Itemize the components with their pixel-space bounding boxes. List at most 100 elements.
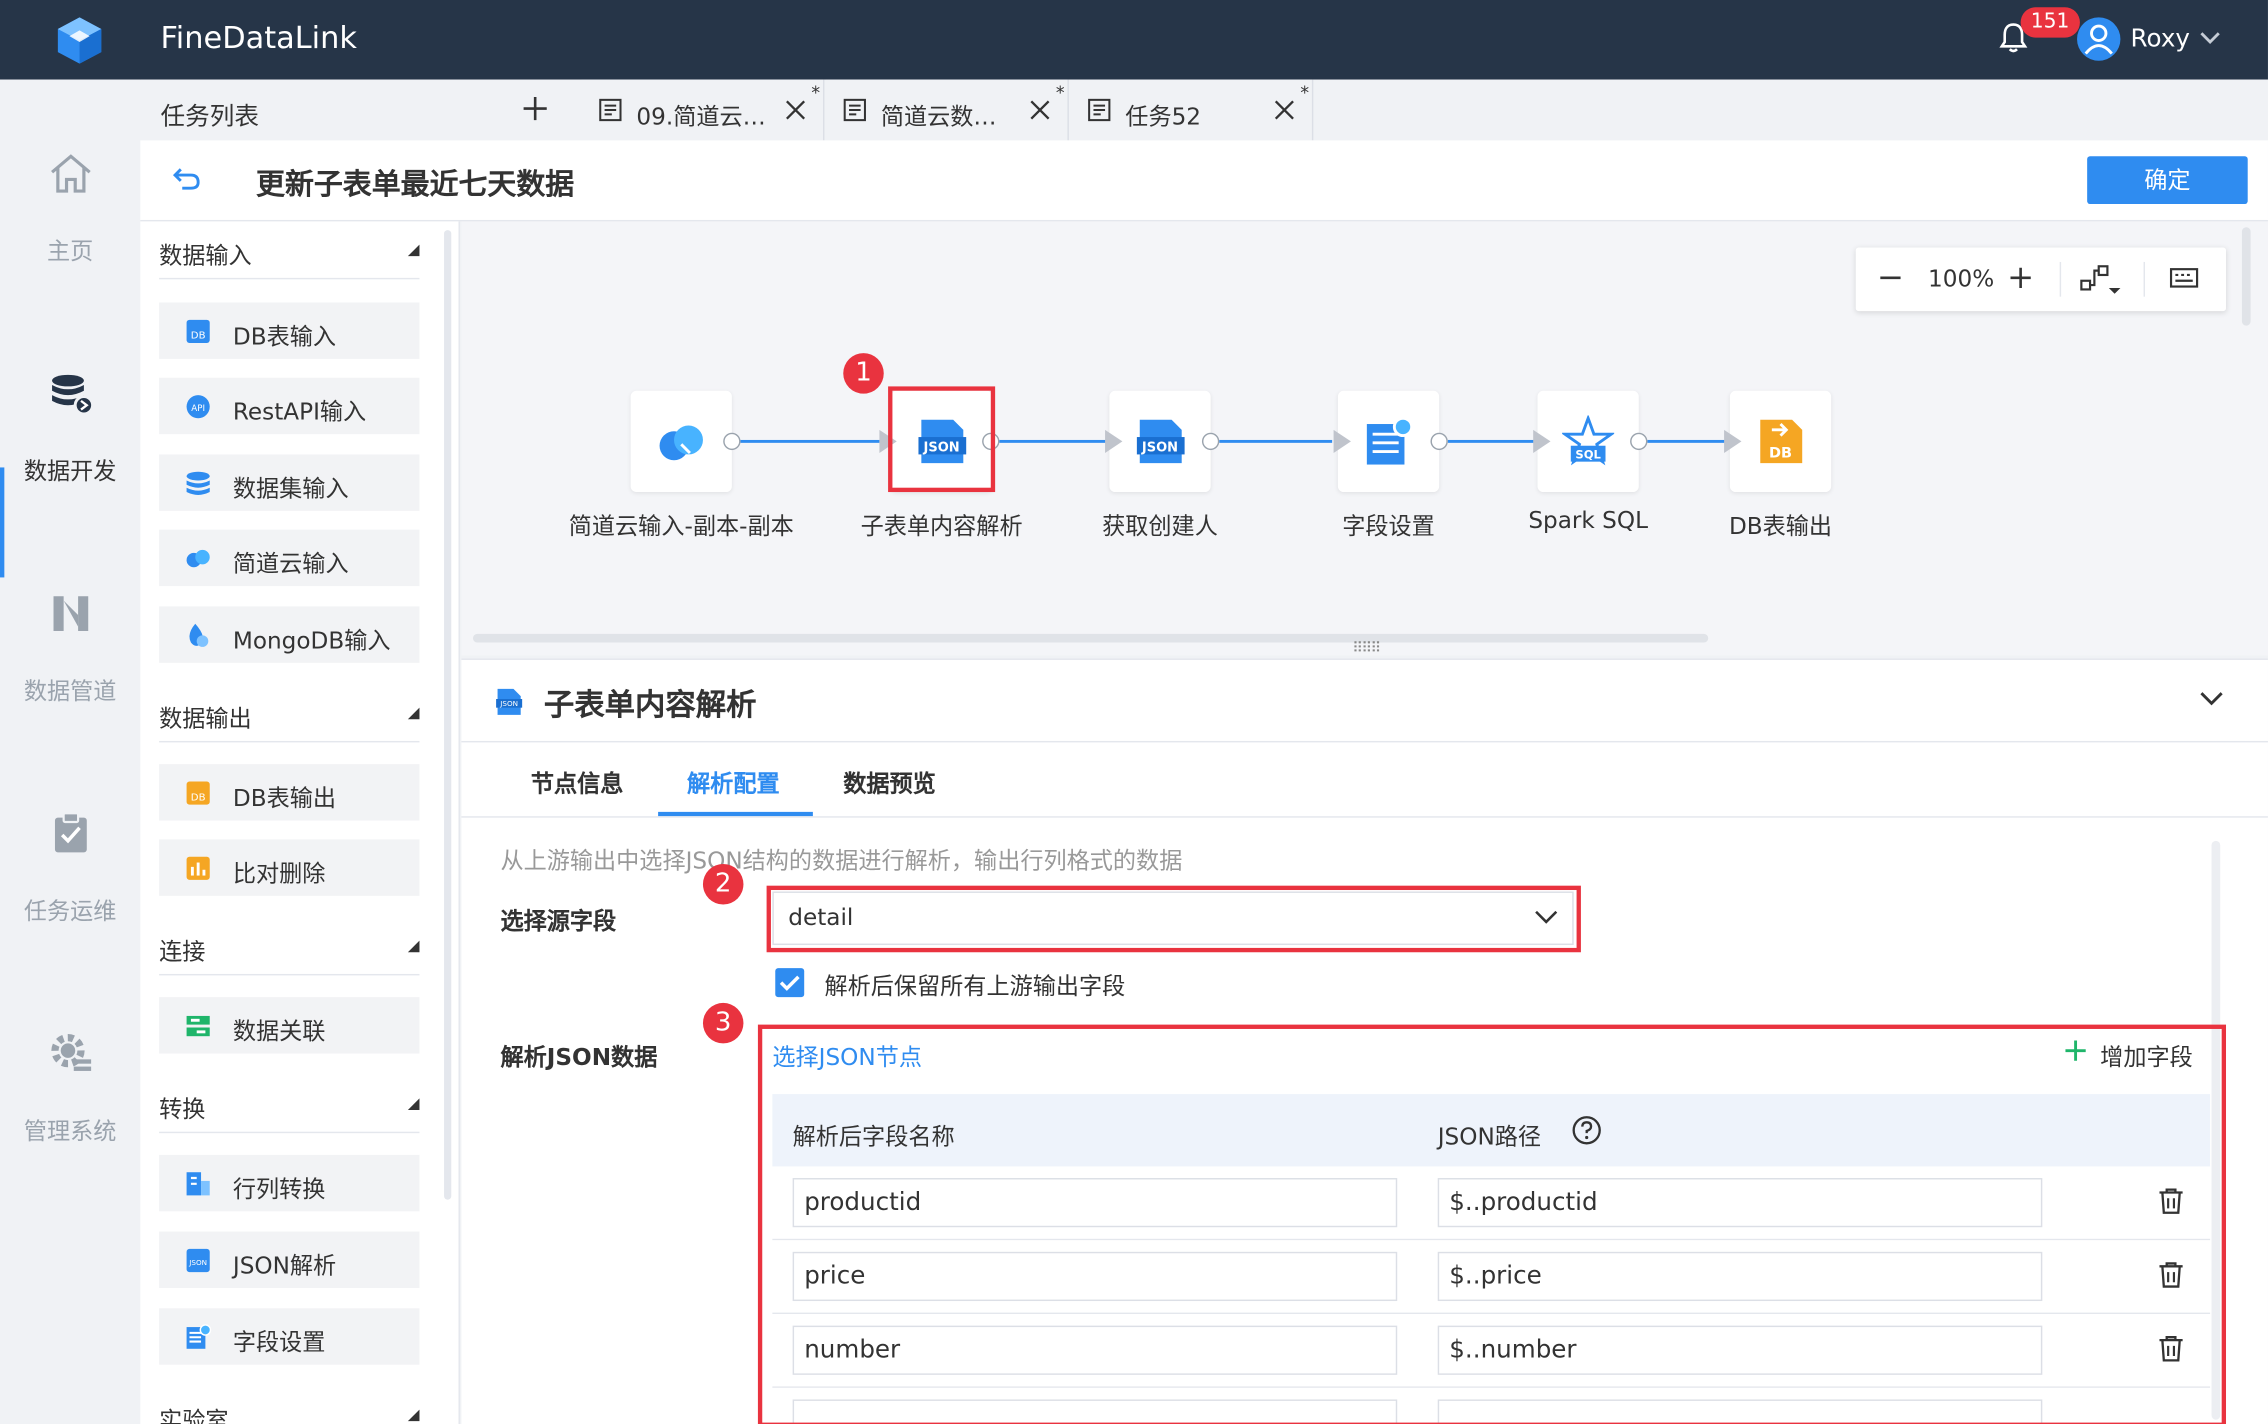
- category-data-output[interactable]: 数据输出: [159, 685, 420, 743]
- canvas-horizontal-scrollbar[interactable]: [472, 633, 1709, 643]
- field-settings-icon: [184, 1323, 213, 1352]
- canvas-vertical-scrollbar[interactable]: [2241, 227, 2251, 326]
- component-field-settings[interactable]: 字段设置: [159, 1308, 420, 1365]
- close-icon[interactable]: [784, 98, 807, 121]
- collapse-arrow-icon: [407, 1098, 420, 1111]
- plus-icon[interactable]: [522, 96, 548, 122]
- highlight-box-3: [757, 1024, 2227, 1424]
- flow-canvas[interactable]: 100% ⠿⠿⠿ JSON JSON SQL DB 简道云输入-副本-副本 子表…: [461, 221, 2268, 657]
- tab-node-info[interactable]: 节点信息: [531, 764, 624, 799]
- pipeline-icon: [46, 589, 95, 638]
- component-scrollbar[interactable]: [444, 230, 452, 1200]
- dataset-icon: [184, 469, 213, 498]
- task-list-tab[interactable]: 任务列表: [140, 80, 581, 141]
- node-label: Spark SQL: [1528, 506, 1648, 535]
- node-field-settings[interactable]: [1337, 390, 1440, 493]
- nav-item-data-dev[interactable]: 数据开发: [0, 369, 140, 528]
- nav-item-pipeline[interactable]: 数据管道: [0, 589, 140, 748]
- input-port[interactable]: [1533, 429, 1551, 453]
- config-title: 子表单内容解析: [543, 687, 757, 723]
- component-compare-delete[interactable]: 比对删除: [159, 839, 420, 896]
- close-icon[interactable]: [1028, 98, 1051, 121]
- close-icon[interactable]: [1273, 98, 1296, 121]
- divider: [2059, 261, 2062, 297]
- category-label: 数据输入: [159, 241, 252, 270]
- avatar[interactable]: [2077, 17, 2121, 61]
- output-port[interactable]: [1630, 432, 1648, 451]
- highlight-box-2: [766, 885, 1581, 953]
- chevron-down-icon[interactable]: [2199, 29, 2222, 46]
- svg-text:DB: DB: [191, 331, 206, 342]
- tabs-row: 任务列表 09.简道云… * 简道云数… * 任务52 *: [140, 79, 2268, 141]
- confirm-button[interactable]: 确定: [2087, 156, 2248, 205]
- component-dataset-input[interactable]: 数据集输入: [159, 454, 420, 511]
- input-port[interactable]: [1333, 429, 1351, 453]
- spark-sql-icon: SQL: [1562, 415, 1615, 467]
- auto-layout-icon[interactable]: [2080, 262, 2123, 297]
- nav-label: 数据开发: [23, 457, 117, 485]
- nav-item-task-ops[interactable]: 任务运维: [0, 809, 140, 968]
- tab-data-preview[interactable]: 数据预览: [843, 764, 936, 799]
- category-transform[interactable]: 转换: [159, 1075, 420, 1134]
- nav-item-admin[interactable]: 管理系统: [0, 1029, 140, 1188]
- json-icon: JSON: [1134, 415, 1186, 467]
- keep-upstream-label: 解析后保留所有上游输出字段: [824, 972, 1126, 1001]
- modified-marker: *: [1055, 82, 1065, 103]
- tab-parse-config[interactable]: 解析配置: [687, 764, 780, 799]
- keep-upstream-checkbox[interactable]: [775, 968, 805, 998]
- document-icon: [1088, 98, 1111, 122]
- tab-task-2[interactable]: 简道云数… *: [825, 79, 1069, 141]
- back-icon[interactable]: [172, 166, 201, 192]
- collapse-arrow-icon: [407, 940, 420, 953]
- category-connect[interactable]: 连接: [159, 918, 420, 976]
- component-json-parse[interactable]: JSON JSON解析: [159, 1231, 420, 1289]
- component-db-output[interactable]: DB DB表输出: [159, 764, 420, 821]
- component-db-input[interactable]: DB DB表输入: [159, 302, 420, 359]
- component-jiandaoyun-input[interactable]: 简道云输入: [159, 529, 420, 587]
- component-data-join[interactable]: 数据关联: [159, 997, 420, 1054]
- category-data-input[interactable]: 数据输入: [159, 221, 420, 280]
- json-icon: JSON: [495, 687, 524, 716]
- node-get-creator[interactable]: JSON: [1109, 390, 1211, 493]
- node-jiandaoyun-input[interactable]: [630, 390, 732, 493]
- output-port[interactable]: [723, 432, 741, 451]
- flow-edge: [1447, 439, 1537, 443]
- tab-task-1[interactable]: 09.简道云… *: [581, 79, 825, 141]
- jiandaoyun-icon: [655, 415, 707, 467]
- source-field-label: 选择源字段: [500, 907, 617, 935]
- node-label: 简道云输入-副本-副本: [568, 512, 794, 540]
- component-label: MongoDB输入: [232, 626, 391, 655]
- field-settings-icon: [1363, 415, 1415, 467]
- username[interactable]: Roxy: [2131, 25, 2190, 54]
- tab-task-3[interactable]: 任务52 *: [1070, 79, 1314, 141]
- component-mongodb-input[interactable]: MongoDB输入: [159, 606, 420, 663]
- panel-resize-handle[interactable]: ⠿⠿⠿: [1352, 641, 1381, 657]
- nav-item-home[interactable]: 主页: [0, 149, 140, 308]
- component-label: 数据集输入: [232, 474, 349, 503]
- node-spark-sql[interactable]: SQL: [1537, 390, 1639, 493]
- page-title: 更新子表单最近七天数据: [256, 166, 575, 202]
- node-label: DB表输出: [1728, 512, 1833, 540]
- category-lab[interactable]: 实验室: [159, 1386, 420, 1424]
- modified-marker: *: [1300, 82, 1309, 103]
- flow-edge: [1219, 439, 1333, 443]
- keyboard-icon[interactable]: [2169, 265, 2199, 291]
- chevron-down-icon[interactable]: [2199, 690, 2225, 707]
- tab-label: 任务52: [1125, 102, 1202, 131]
- input-port[interactable]: [1724, 429, 1742, 453]
- db-output-icon: DB: [184, 779, 213, 808]
- component-restapi-input[interactable]: API RestAPI输入: [159, 377, 420, 435]
- divider: [2143, 261, 2146, 297]
- component-row-col-convert[interactable]: 行列转换: [159, 1154, 420, 1212]
- collapse-arrow-icon: [407, 707, 420, 720]
- zoom-in-icon[interactable]: [2009, 266, 2032, 289]
- divider: [461, 740, 2268, 743]
- output-port[interactable]: [1430, 432, 1448, 451]
- zoom-out-icon[interactable]: [1879, 266, 1902, 289]
- output-port[interactable]: [1201, 432, 1220, 451]
- notification-badge[interactable]: 151: [2020, 7, 2080, 38]
- modified-marker: *: [811, 82, 821, 103]
- node-db-output[interactable]: DB: [1729, 390, 1832, 493]
- input-port[interactable]: [1105, 429, 1123, 453]
- home-icon: [46, 149, 95, 198]
